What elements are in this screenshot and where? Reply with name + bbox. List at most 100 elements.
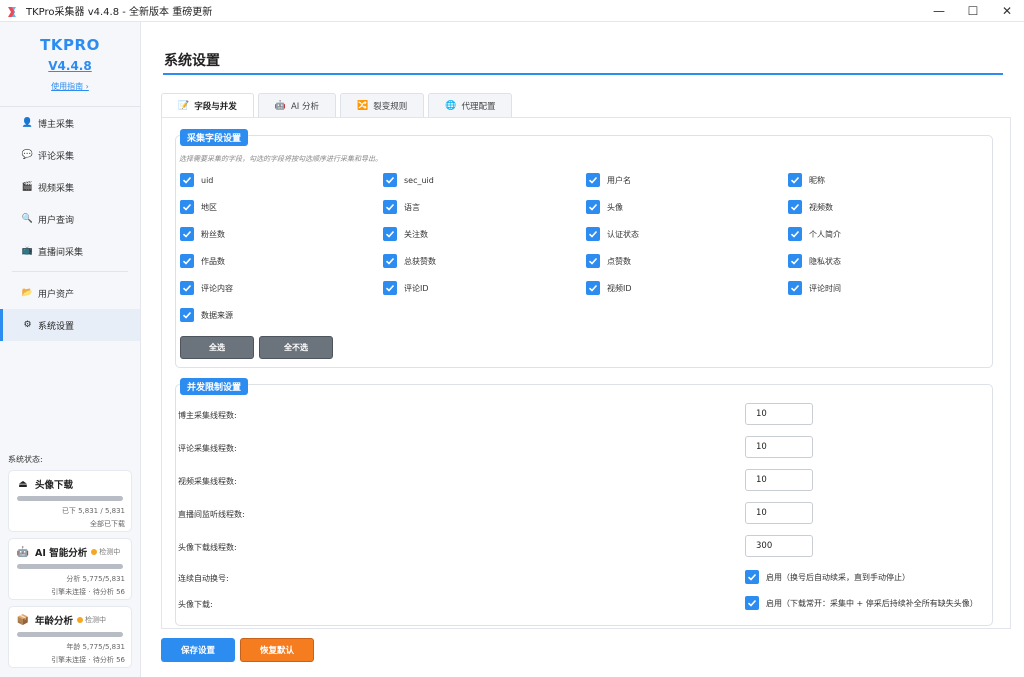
user-icon: 👤: [21, 118, 34, 128]
checkbox-checked-icon[interactable]: [383, 227, 397, 241]
thread-count-input[interactable]: 10: [745, 469, 813, 491]
field-checkbox[interactable]: 语言: [383, 200, 420, 214]
section-hint: 选择需要采集的字段，勾选的字段将按勾选顺序进行采集和导出。: [179, 155, 382, 163]
sidebar-item-label: 用户查询: [38, 215, 75, 226]
field-label: 数据来源: [201, 310, 233, 320]
card-title: 头像下载: [35, 480, 74, 491]
field-checkbox[interactable]: 数据来源: [180, 308, 233, 322]
sidebar-item-live[interactable]: 📺 直播间采集: [0, 235, 140, 267]
save-settings-button[interactable]: 保存设置: [161, 638, 235, 662]
tab-label: 字段与并发: [194, 102, 237, 112]
sidebar-item-videos[interactable]: 🎬 视频采集: [0, 171, 140, 203]
field-checkbox[interactable]: uid: [180, 173, 213, 187]
field-checkbox[interactable]: 粉丝数: [180, 227, 225, 241]
checkbox-checked-icon[interactable]: [383, 200, 397, 214]
field-checkbox[interactable]: 视频ID: [586, 281, 632, 295]
field-checkbox[interactable]: sec_uid: [383, 173, 434, 187]
checkbox-checked-icon[interactable]: [586, 200, 600, 214]
field-checkbox[interactable]: 隐私状态: [788, 254, 841, 268]
system-status-title: 系统状态:: [8, 455, 43, 464]
select-none-button[interactable]: 全不选: [259, 336, 333, 359]
fission-icon: 🔀: [356, 100, 369, 111]
field-checkbox[interactable]: 昵称: [788, 173, 825, 187]
sidebar-item-assets[interactable]: 📂 用户资产: [0, 277, 140, 309]
download-icon: ⏏: [18, 478, 28, 490]
field-checkbox[interactable]: 评论ID: [383, 281, 429, 295]
field-label: 粉丝数: [201, 229, 225, 239]
comment-icon: 💬: [21, 150, 34, 160]
thread-count-input[interactable]: 300: [745, 535, 813, 557]
enable-checkbox[interactable]: 启用（换号后自动续采，直到手动停止）: [745, 570, 910, 584]
checkbox-checked-icon[interactable]: [586, 254, 600, 268]
status-badge: 检测中: [91, 547, 120, 557]
close-button[interactable]: ✕: [990, 0, 1024, 22]
field-label: 个人简介: [809, 229, 841, 239]
checkbox-checked-icon[interactable]: [788, 254, 802, 268]
checkbox-checked-icon[interactable]: [586, 227, 600, 241]
tab-ai[interactable]: 🤖 AI 分析: [257, 93, 336, 117]
thread-count-input[interactable]: 10: [745, 403, 813, 425]
select-all-button[interactable]: 全选: [180, 336, 254, 359]
minimize-button[interactable]: —: [922, 0, 956, 22]
field-label: 隐私状态: [809, 256, 841, 266]
app-logo-icon: [6, 4, 20, 18]
tab-proxy[interactable]: 🌐 代理配置: [428, 93, 513, 117]
sidebar-item-label: 博主采集: [38, 119, 75, 130]
checkbox-checked-icon[interactable]: [383, 173, 397, 187]
field-checkbox[interactable]: 总获赞数: [383, 254, 436, 268]
field-checkbox[interactable]: 评论内容: [180, 281, 233, 295]
restore-defaults-button[interactable]: 恢复默认: [240, 638, 314, 662]
enable-text: 启用（换号后自动续采，直到手动停止）: [766, 572, 910, 582]
sidebar-item-label: 评论采集: [38, 151, 75, 162]
checkbox-checked-icon[interactable]: [745, 596, 759, 610]
field-label: 地区: [201, 202, 217, 212]
age-icon: 📦: [16, 614, 30, 626]
field-checkbox[interactable]: 认证状态: [586, 227, 639, 241]
sidebar-item-blogger[interactable]: 👤 博主采集: [0, 107, 140, 139]
field-checkbox[interactable]: 点赞数: [586, 254, 631, 268]
field-checkbox[interactable]: 评论时间: [788, 281, 841, 295]
checkbox-checked-icon[interactable]: [180, 200, 194, 214]
sidebar-item-settings[interactable]: ⚙ 系统设置: [0, 309, 140, 341]
checkbox-checked-icon[interactable]: [788, 200, 802, 214]
field-checkbox[interactable]: 用户名: [586, 173, 631, 187]
field-label: 评论ID: [404, 283, 429, 293]
field-checkbox[interactable]: 个人简介: [788, 227, 841, 241]
field-checkbox[interactable]: 视频数: [788, 200, 833, 214]
checkbox-checked-icon[interactable]: [586, 173, 600, 187]
checkbox-checked-icon[interactable]: [180, 281, 194, 295]
tab-fields[interactable]: 📝 字段与并发: [161, 93, 254, 118]
enable-checkbox[interactable]: 启用（下载常开：采集中 + 停采后持续补全所有缺失头像）: [745, 596, 978, 610]
card-line: 年龄 5,775/5,831: [66, 643, 125, 651]
checkbox-checked-icon[interactable]: [788, 281, 802, 295]
ai-tab-icon: 🤖: [274, 100, 286, 111]
field-checkbox[interactable]: 头像: [586, 200, 623, 214]
checkbox-checked-icon[interactable]: [745, 570, 759, 584]
tab-fission[interactable]: 🔀 裂变规则: [339, 93, 425, 117]
checkbox-checked-icon[interactable]: [180, 227, 194, 241]
sidebar-item-user-query[interactable]: 🔍 用户查询: [0, 203, 140, 235]
checkbox-checked-icon[interactable]: [788, 173, 802, 187]
video-icon: 🎬: [21, 182, 34, 192]
maximize-button[interactable]: ☐: [956, 0, 990, 22]
checkbox-checked-icon[interactable]: [180, 308, 194, 322]
guide-link[interactable]: 使用指南 ›: [0, 81, 140, 92]
checkbox-checked-icon[interactable]: [586, 281, 600, 295]
field-checkbox[interactable]: 关注数: [383, 227, 428, 241]
checkbox-checked-icon[interactable]: [180, 173, 194, 187]
assets-icon: 📂: [21, 288, 34, 298]
sidebar-nav-secondary: 📂 用户资产 ⚙ 系统设置: [0, 277, 140, 341]
checkbox-checked-icon[interactable]: [383, 281, 397, 295]
checkbox-checked-icon[interactable]: [383, 254, 397, 268]
card-line: 已下 5,831 / 5,831: [61, 507, 125, 515]
thread-count-input[interactable]: 10: [745, 502, 813, 524]
thread-count-label: 视频采集线程数:: [178, 477, 237, 486]
checkbox-checked-icon[interactable]: [788, 227, 802, 241]
field-checkbox[interactable]: 作品数: [180, 254, 225, 268]
checkbox-checked-icon[interactable]: [180, 254, 194, 268]
card-line: 引擎未连接 · 待分析 56: [51, 588, 125, 596]
field-checkbox[interactable]: 地区: [180, 200, 217, 214]
sidebar-item-comments[interactable]: 💬 评论采集: [0, 139, 140, 171]
version-link[interactable]: V4.4.8: [0, 59, 140, 73]
thread-count-input[interactable]: 10: [745, 436, 813, 458]
